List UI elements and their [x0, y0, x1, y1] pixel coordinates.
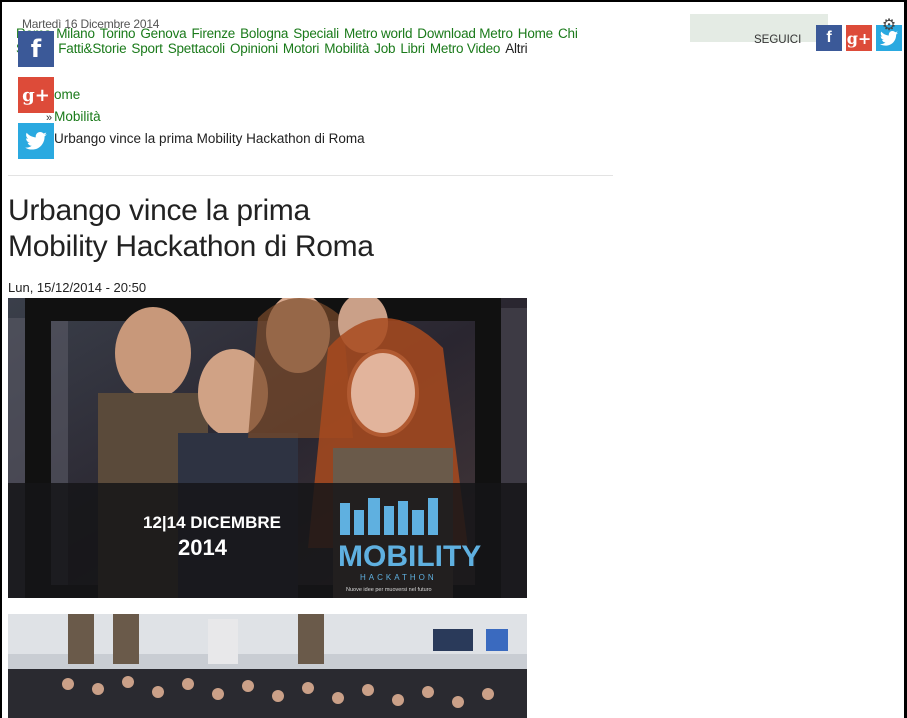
sign-date-line2: 2014 [178, 535, 228, 560]
nav-item-download-metro[interactable]: Download Metro [417, 26, 513, 41]
breadcrumb-section: » Mobilità [46, 109, 101, 124]
nav-item-bologna[interactable]: Bologna [240, 26, 288, 41]
nav-more-menu[interactable]: Altri [505, 41, 527, 56]
nav-item-metro-world[interactable]: Metro world [344, 26, 413, 41]
share-facebook-icon[interactable]: f [18, 31, 54, 67]
nav-item-milano[interactable]: Milano [56, 26, 95, 41]
article-dateline: Lun, 15/12/2014 - 20:50 [8, 280, 147, 295]
sign-sub: HACKATHON [360, 573, 437, 582]
breadcrumb-current: Urbango vince la prima Mobility Hackatho… [54, 131, 365, 146]
article-photo-1: 12|14 DICEMBRE 2014 MOBILITY HACKATHON N… [8, 298, 527, 598]
nav-item-job[interactable]: Job [374, 41, 395, 56]
nav-item-motori[interactable]: Motori [283, 41, 320, 56]
follow-facebook-icon[interactable]: f [816, 25, 842, 51]
nav-item-torino[interactable]: Torino [100, 26, 136, 41]
gear-icon[interactable]: ⚙ [876, 14, 902, 36]
window-frame-left [0, 0, 2, 718]
breadcrumb-link-mobilita[interactable]: Mobilità [54, 109, 101, 124]
nav-item-home[interactable]: Home [518, 26, 553, 41]
article-photo-2 [8, 614, 527, 718]
share-buttons: f g+ [18, 31, 54, 169]
share-twitter-icon[interactable] [18, 123, 54, 159]
follow-us-bar: SEGUICI f g+ ⚙ [690, 14, 902, 54]
sign-date-line1: 12|14 DICEMBRE [143, 513, 281, 532]
sign-tagline: Nuove idee per muoversi nel futuro [346, 587, 432, 593]
nav-item-genova[interactable]: Genova [140, 26, 186, 41]
nav-item-libri[interactable]: Libri [400, 41, 425, 56]
breadcrumb-separator: » [46, 112, 53, 124]
nav-item-metro-video[interactable]: Metro Video [430, 41, 501, 56]
nav-item-speciali[interactable]: Speciali [293, 26, 339, 41]
article-title: Urbango vince la prima Mobility Hackatho… [8, 194, 374, 263]
nav-item-mobilita[interactable]: Mobilità [324, 41, 369, 56]
window-frame-top [0, 0, 907, 2]
sign-logo: MOBILITY [338, 540, 481, 573]
nav-item-firenze[interactable]: Firenze [191, 26, 235, 41]
nav-item-spettacoli[interactable]: Spettacoli [168, 41, 225, 56]
nav-item-fatti-storie[interactable]: Fatti&Storie [58, 41, 126, 56]
content-divider [8, 175, 613, 176]
follow-us-label: SEGUICI [754, 34, 802, 46]
nav-item-opinioni[interactable]: Opinioni [230, 41, 278, 56]
nav-item-sport[interactable]: Sport [131, 41, 162, 56]
follow-google-plus-icon[interactable]: g+ [846, 25, 872, 51]
share-google-plus-icon[interactable]: g+ [18, 77, 54, 113]
breadcrumb-home[interactable]: ome [54, 87, 80, 102]
